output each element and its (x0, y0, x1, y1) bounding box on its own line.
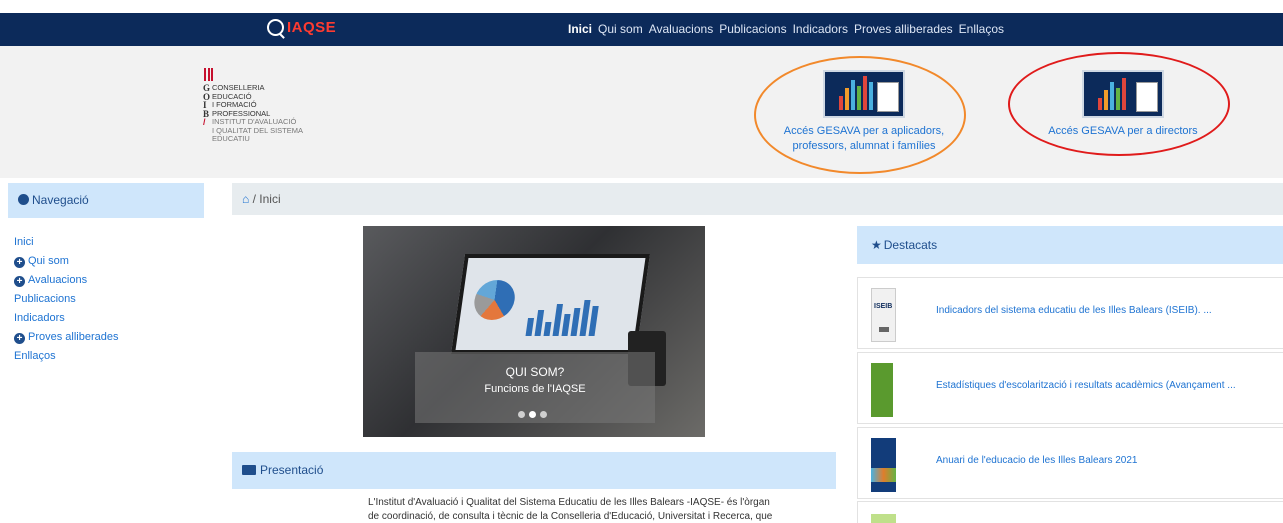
plus-circle-icon[interactable]: + (14, 276, 25, 287)
destacats-item[interactable]: ISEIB Indicadors del sistema educatiu de… (857, 277, 1283, 349)
sidebar-heading-label: Navegació (32, 193, 89, 207)
sidebar-item-enllacos[interactable]: Enllaços (14, 347, 119, 366)
gesava-aplicadors-label: professors, alumnat i famílies (792, 140, 936, 152)
sidebar-item-label: Inici (14, 236, 34, 248)
sidebar-item-proves-alliberades[interactable]: + Proves alliberades (14, 328, 119, 347)
site-logo-text: IAQSE (287, 19, 337, 36)
sidebar-item-inici[interactable]: Inici (14, 233, 119, 252)
gesava-directors-label: Accés GESAVA per a directors (1048, 125, 1198, 137)
destacats-item[interactable]: Estadístiques d'escolarització i resulta… (857, 352, 1283, 424)
nav-item-inici[interactable]: Inici (568, 22, 592, 36)
carousel-indicators (518, 411, 547, 418)
sidebar-item-qui-som[interactable]: + Qui som (14, 252, 119, 271)
laptop-photo (450, 254, 651, 354)
carousel-subtitle: Funcions de l'IAQSE (484, 383, 586, 395)
sidebar-heading: Navegació (8, 183, 204, 218)
gesava-directors-link[interactable]: Accés GESAVA per a directors (1038, 70, 1208, 139)
nav-item-proves-alliberades[interactable]: Proves alliberades (854, 22, 953, 36)
carousel-title: QUI SOM? (505, 365, 565, 379)
carousel-dot-active[interactable] (529, 411, 536, 418)
iseib-cover-thumbnail: ISEIB (871, 288, 896, 342)
destacats-heading-label: Destacats (883, 238, 938, 252)
home-icon[interactable]: ⌂ (242, 192, 249, 206)
gesava-aplicadors-label: Accés GESAVA per a aplicadors, (783, 125, 945, 137)
gesava-chart-image (823, 70, 905, 118)
slash-icon: / (203, 117, 206, 127)
sidebar-item-label: Enllaços (14, 350, 56, 362)
logo-line: EDUCATIU (212, 134, 250, 143)
nav-item-publicacions[interactable]: Publicacions (719, 22, 786, 36)
anuari-cover-thumbnail (871, 438, 896, 492)
breadcrumb: ⌂ / Inici (232, 183, 1283, 215)
presentacio-heading: Presentació (232, 452, 836, 489)
magnifier-logo-icon (267, 19, 284, 36)
cover-thumbnail (871, 514, 896, 523)
breadcrumb-separator: / (252, 192, 256, 206)
sidebar-item-label: Proves alliberades (28, 331, 119, 343)
sidebar-item-label: Indicadors (14, 312, 65, 324)
compass-icon (18, 194, 29, 205)
destacats-heading: ★ Destacats (857, 226, 1283, 264)
carousel-dot[interactable] (540, 411, 547, 418)
nav-item-indicadors[interactable]: Indicadors (793, 22, 848, 36)
nav-item-qui-som[interactable]: Qui som (598, 22, 643, 36)
presentacio-text: L'Institut d'Avaluació i Qualitat del Si… (368, 496, 838, 523)
sidebar-item-label: Qui som (28, 255, 69, 267)
destacats-item-label[interactable]: Indicadors del sistema educatiu de les I… (936, 305, 1276, 316)
id-card-icon (242, 465, 256, 475)
destacats-item-label[interactable]: Anuari de l'educacio de les Illes Balear… (936, 455, 1276, 466)
destacats-item-label[interactable]: Estadístiques d'escolarització i resulta… (936, 380, 1276, 391)
site-logo[interactable]: IAQSE (267, 19, 336, 36)
nav-item-enllacos[interactable]: Enllaços (959, 22, 1004, 36)
carousel-dot[interactable] (518, 411, 525, 418)
gesava-chart-image (1082, 70, 1164, 118)
destacats-item[interactable] (857, 501, 1283, 523)
destacats-item[interactable]: Anuari de l'educacio de les Illes Balear… (857, 427, 1283, 499)
breadcrumb-current: Inici (259, 192, 281, 206)
sidebar-item-publicacions[interactable]: Publicacions (14, 290, 119, 309)
sidebar-item-avaluacions[interactable]: + Avaluacions (14, 271, 119, 290)
presentacio-heading-label: Presentació (260, 463, 324, 477)
plus-circle-icon[interactable]: + (14, 257, 25, 268)
sidebar-item-label: Publicacions (14, 293, 76, 305)
gesava-aplicadors-link[interactable]: Accés GESAVA per a aplicadors, professor… (778, 70, 950, 154)
star-icon: ★ (871, 238, 882, 252)
sidebar-item-indicadors[interactable]: Indicadors (14, 309, 119, 328)
presentacio-line: L'Institut d'Avaluació i Qualitat del Si… (368, 497, 770, 508)
presentacio-line: de coordinació, de consulta i tècnic de … (368, 511, 773, 522)
sidebar-item-label: Avaluacions (28, 274, 88, 286)
nav-item-avaluacions[interactable]: Avaluacions (649, 22, 714, 36)
sidebar-menu: Inici + Qui som + Avaluacions Publicacions… (14, 233, 119, 366)
plus-circle-icon[interactable]: + (14, 333, 25, 344)
balearic-flag-icon (204, 68, 213, 81)
estadistiques-cover-thumbnail (871, 363, 893, 417)
top-navbar: IAQSE Inici Qui som Avaluacions Publicac… (0, 13, 1283, 46)
govern-logo[interactable]: G CONSELLERIA O EDUCACIÓ II FORMACIÓ B PROF… (203, 68, 343, 144)
main-nav: Inici Qui som Avaluacions Publicacions I… (568, 22, 1004, 36)
hero-carousel[interactable]: QUI SOM? Funcions de l'IAQSE (363, 226, 705, 437)
header-band: G CONSELLERIA O EDUCACIÓ II FORMACIÓ B PROF… (0, 46, 1283, 178)
